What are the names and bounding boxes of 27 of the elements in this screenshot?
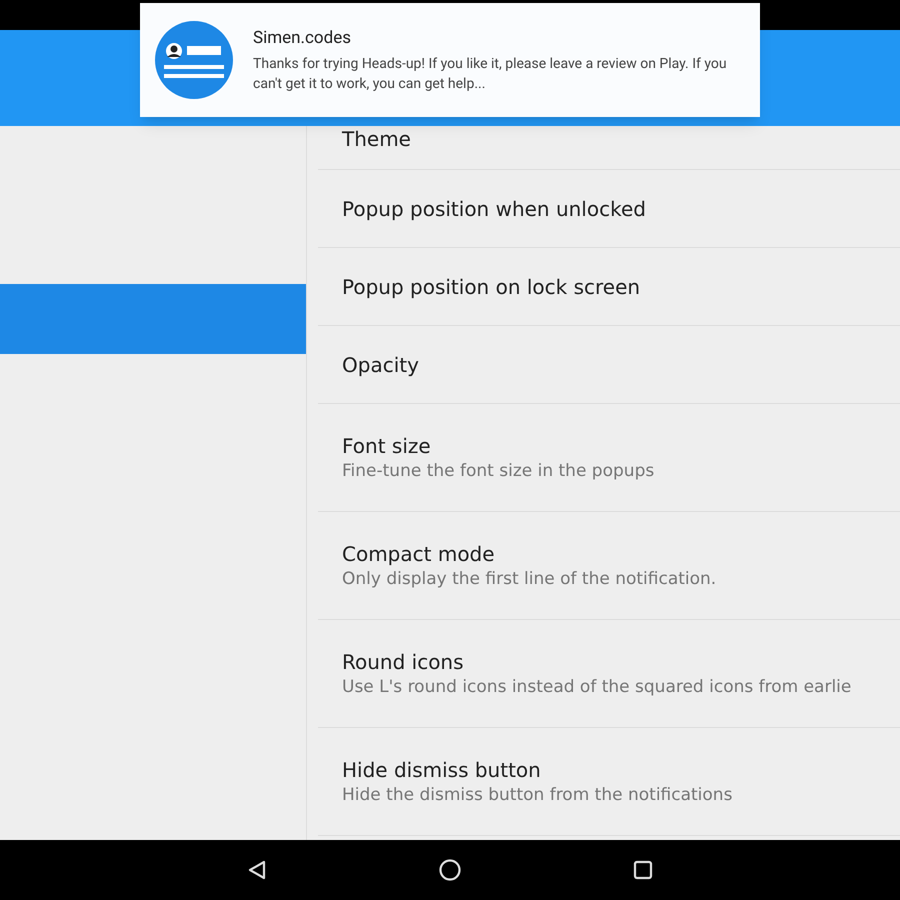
setting-subtitle: Only display the first line of the notification.	[342, 568, 718, 590]
setting-title: Opacity	[342, 352, 420, 378]
settings-row[interactable]: Popup position on lock screen	[318, 248, 900, 326]
app-icon	[155, 21, 233, 99]
settings-row[interactable]: Popup position when unlocked	[318, 170, 900, 248]
recents-icon[interactable]	[632, 859, 654, 881]
setting-subtitle: Fine-tune the font size in the popups	[342, 460, 656, 482]
setting-title: Theme	[342, 126, 412, 152]
notification-toast[interactable]: Simen.codes Thanks for trying Heads-up! If you like it, please leave a review on Play. If you can't get it to work, you can get help...	[140, 3, 760, 117]
back-icon[interactable]	[246, 859, 268, 881]
setting-title: Popup position on lock screen	[342, 274, 642, 300]
setting-title: Compact mode	[342, 540, 496, 566]
setting-subtitle: Hide the dismiss button from the notifications	[342, 784, 734, 806]
setting-title: Font size	[342, 432, 432, 458]
home-icon[interactable]	[438, 858, 462, 882]
setting-title: Round icons	[342, 648, 465, 674]
notification-text: Thanks for trying Heads-up! If you like it, please leave a review on Play. If you can't get it to work, you can get help...	[253, 54, 728, 94]
setting-title: Popup position when unlocked	[342, 196, 647, 222]
settings-row[interactable]: Hide dismiss button Hide the dismiss button from the notifications	[318, 728, 900, 836]
setting-title: Hide dismiss button	[342, 756, 542, 782]
settings-row[interactable]: Round icons Use L's round icons instead of the squared icons from earlie	[318, 620, 900, 728]
notification-title: Simen.codes	[253, 27, 352, 50]
settings-row[interactable]: Theme	[318, 126, 900, 170]
settings-row[interactable]: Font size Fine-tune the font size in the popups	[318, 404, 900, 512]
setting-subtitle: Use L's round icons instead of the squared icons from earlie	[342, 676, 852, 698]
settings-row[interactable]: Compact mode Only display the first line of the notification.	[318, 512, 900, 620]
settings-row[interactable]: Opacity	[318, 326, 900, 404]
